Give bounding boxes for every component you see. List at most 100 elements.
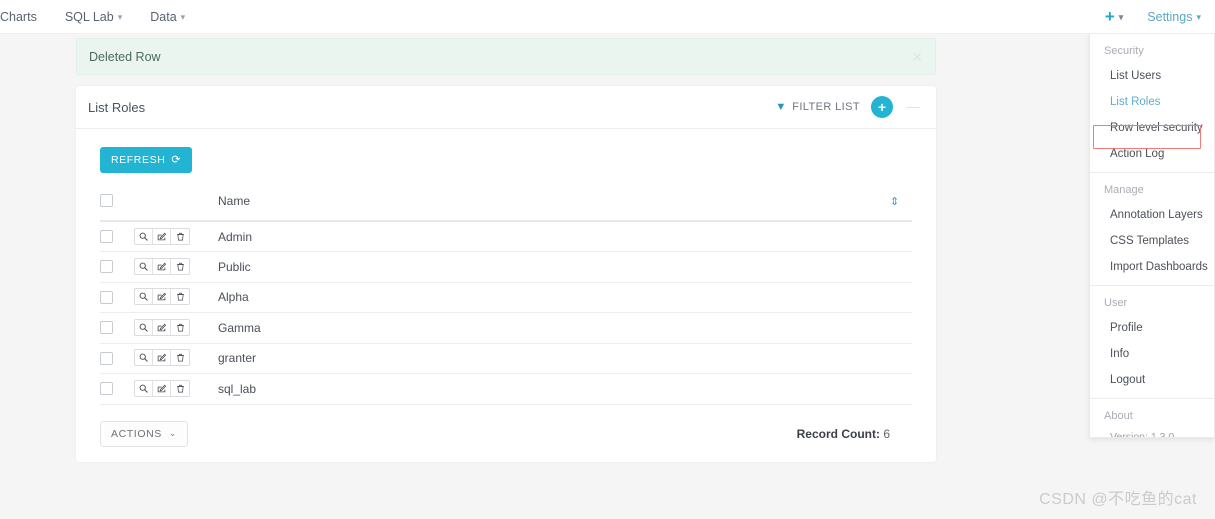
row-operations-group <box>134 379 190 397</box>
nav-item-charts[interactable]: Charts <box>0 0 51 34</box>
menu-item-annotation-layers[interactable]: Annotation Layers <box>1090 202 1214 228</box>
menu-section-header: User <box>1104 297 1128 309</box>
new-item-button[interactable]: + ▾ <box>1105 0 1129 34</box>
menu-item-list-roles[interactable]: List Roles <box>1090 89 1214 115</box>
table-row: Admin <box>100 221 912 252</box>
trash-icon[interactable] <box>171 259 189 274</box>
row-trailing-cell <box>890 221 912 252</box>
search-icon[interactable] <box>135 258 153 274</box>
role-name-cell: Admin <box>198 221 890 252</box>
menu-divider <box>1090 398 1214 399</box>
edit-icon[interactable] <box>153 350 171 366</box>
roles-table-head: Name ⇕ <box>100 191 912 222</box>
filter-icon: ▼ <box>775 100 787 113</box>
menu-divider <box>1090 172 1214 173</box>
settings-label: Settings <box>1147 9 1193 24</box>
edit-icon[interactable] <box>153 228 171 244</box>
settings-menu-sections: Security List Users List Roles Row level se… <box>1090 39 1214 437</box>
operations-header <box>134 191 198 222</box>
row-checkbox[interactable] <box>100 229 113 243</box>
close-icon[interactable]: ✕ <box>911 50 923 64</box>
nav-item-sql-lab[interactable]: SQL Lab ▾ <box>51 0 136 34</box>
card-header: List Roles ▼ FILTER LIST + <box>76 86 936 129</box>
row-operations-cell <box>134 251 198 283</box>
menu-item-action-log[interactable]: Action Log <box>1090 141 1214 167</box>
table-row: sql_lab <box>100 373 912 405</box>
menu-item-list-users[interactable]: List Users <box>1090 63 1214 89</box>
table-row: granter <box>100 343 912 374</box>
edit-icon[interactable] <box>153 380 171 396</box>
add-role-button[interactable]: + <box>871 96 893 118</box>
row-checkbox[interactable] <box>100 290 113 304</box>
filter-list-label: FILTER LIST <box>792 101 860 113</box>
row-trailing-cell <box>890 282 912 313</box>
search-icon[interactable] <box>135 289 153 305</box>
sort-icon[interactable]: ⇕ <box>890 197 899 208</box>
row-operations-cell <box>134 373 198 405</box>
nav-item-data-label: Data <box>150 9 177 24</box>
refresh-button[interactable]: REFRESH ⟳ <box>100 147 193 173</box>
page-title: List Roles <box>88 99 146 115</box>
row-checkbox[interactable] <box>100 382 113 396</box>
row-select-cell <box>100 221 134 252</box>
trash-icon[interactable] <box>171 350 189 365</box>
trash-icon[interactable] <box>171 320 189 335</box>
role-name-label: sql_lab <box>218 381 257 396</box>
plus-icon: + <box>877 99 887 115</box>
menu-item-import-dashboards[interactable]: Import Dashboards <box>1090 254 1214 280</box>
menu-item-css-templates[interactable]: CSS Templates <box>1090 228 1214 254</box>
settings-menu-button[interactable]: Settings ▾ <box>1129 0 1215 34</box>
actions-button-label: ACTIONS <box>111 427 162 440</box>
row-operations-group <box>134 288 190 306</box>
table-row: Alpha <box>100 282 912 313</box>
actions-dropdown-button[interactable]: ACTIONS ⌄ <box>100 420 189 447</box>
role-name-cell: Gamma <box>198 312 890 344</box>
row-operations-cell <box>134 221 198 252</box>
row-select-cell <box>100 373 134 405</box>
name-column-header: Name <box>198 191 890 222</box>
edit-icon[interactable] <box>153 289 171 305</box>
menu-item-row-level-security[interactable]: Row level security <box>1090 115 1214 141</box>
name-column-label[interactable]: Name <box>198 194 250 208</box>
row-checkbox[interactable] <box>100 351 113 365</box>
search-icon[interactable] <box>135 228 153 244</box>
row-trailing-cell <box>890 251 912 283</box>
watermark: CSDN @不吃鱼的cat <box>1039 491 1197 508</box>
edit-icon[interactable] <box>153 258 171 274</box>
card-header-actions: ▼ FILTER LIST + <box>775 96 920 118</box>
alert-message: Deleted Row <box>89 49 161 64</box>
row-operations-cell <box>134 312 198 344</box>
deleted-row-alert: Deleted Row ✕ <box>76 38 936 75</box>
trash-icon[interactable] <box>171 229 189 244</box>
nav-item-data[interactable]: Data ▾ <box>136 0 199 34</box>
edit-icon[interactable] <box>153 319 171 335</box>
menu-item-profile[interactable]: Profile <box>1090 315 1214 341</box>
search-icon[interactable] <box>135 319 153 335</box>
row-operations-group <box>134 349 190 367</box>
navbar-left-links: Charts SQL Lab ▾ Data ▾ <box>0 0 199 34</box>
menu-divider <box>1090 285 1214 286</box>
search-icon[interactable] <box>135 380 153 396</box>
trash-icon[interactable] <box>171 381 189 396</box>
menu-section-header: Security <box>1104 45 1144 57</box>
role-name-cell: granter <box>198 343 890 374</box>
search-icon[interactable] <box>135 350 153 366</box>
trash-icon[interactable] <box>171 289 189 304</box>
list-roles-card: List Roles ▼ FILTER LIST + REFRESH ⟳ Nam… <box>76 86 936 462</box>
plus-icon: + <box>1104 7 1115 26</box>
row-trailing-cell <box>890 343 912 374</box>
top-navbar: Charts SQL Lab ▾ Data ▾ + ▾ Settings ▾ <box>0 0 1215 34</box>
menu-item-info[interactable]: Info <box>1090 341 1214 367</box>
chevron-down-icon: ▾ <box>180 12 186 23</box>
nav-item-sql-lab-label: SQL Lab <box>64 9 114 24</box>
chevron-down-icon: ▾ <box>1196 12 1201 23</box>
role-name-label: Gamma <box>218 320 261 335</box>
menu-item-logout[interactable]: Logout <box>1090 367 1214 393</box>
select-all-checkbox[interactable] <box>100 194 113 208</box>
table-header-row: Name ⇕ <box>100 191 912 222</box>
record-count: Record Count: 6 <box>797 427 912 441</box>
row-operations-group <box>134 257 190 275</box>
filter-list-button[interactable]: ▼ FILTER LIST <box>775 101 860 113</box>
row-checkbox[interactable] <box>100 260 113 274</box>
row-checkbox[interactable] <box>100 321 113 335</box>
